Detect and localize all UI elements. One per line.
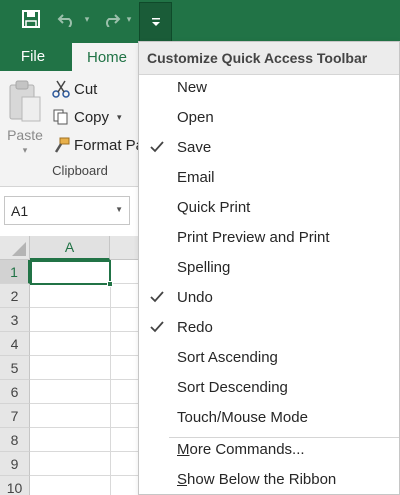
row-header[interactable]: 5 [0, 356, 30, 380]
menu-item-redo[interactable]: Redo [139, 312, 399, 342]
menu-item-label: Print Preview and Print [177, 228, 330, 246]
customize-qat-button[interactable] [139, 2, 172, 41]
tab-home[interactable]: Home [72, 43, 142, 71]
checkmark-icon [150, 141, 164, 153]
paste-dropdown-icon[interactable]: ▾ [4, 145, 46, 156]
menu-item-print-preview[interactable]: Print Preview and Print [139, 222, 399, 252]
grid-row[interactable] [30, 452, 140, 476]
copy-button[interactable]: Copy ▾ [52, 105, 122, 129]
menu-item-more-commands[interactable]: More Commands... [139, 434, 399, 464]
scissors-icon [52, 80, 70, 98]
customize-qat-menu: Customize Quick Access Toolbar New Open … [138, 41, 400, 495]
menu-title: Customize Quick Access Toolbar [139, 42, 399, 75]
menu-item-accelerator: S [177, 470, 188, 488]
title-bar: ▾ ▾ [0, 0, 400, 41]
grid-row[interactable] [30, 428, 140, 452]
row-header[interactable]: 3 [0, 308, 30, 332]
menu-item-label: Open [177, 108, 214, 126]
cut-label: Cut [74, 80, 98, 98]
menu-item-show-below-ribbon[interactable]: Show Below the Ribbon [139, 464, 399, 494]
paste-label: Paste [7, 127, 43, 143]
row-header[interactable]: 9 [0, 452, 30, 476]
copy-dropdown-icon[interactable]: ▾ [117, 112, 122, 123]
menu-item-spelling[interactable]: Spelling [139, 252, 399, 282]
menu-item-label: Sort Descending [177, 378, 288, 396]
menu-item-label: ore Commands... [189, 440, 305, 458]
menu-item-email[interactable]: Email [139, 162, 399, 192]
row-header[interactable]: 2 [0, 284, 30, 308]
redo-dropdown-icon[interactable]: ▾ [124, 8, 134, 30]
name-box-dropdown-icon[interactable]: ▼ [115, 205, 123, 214]
row-header[interactable]: 8 [0, 428, 30, 452]
checkmark-icon [150, 291, 164, 303]
menu-item-quick-print[interactable]: Quick Print [139, 192, 399, 222]
format-painter-label: Format Pa [74, 136, 145, 154]
paste-button[interactable]: Paste ▾ [4, 77, 46, 157]
menu-item-sort-ascending[interactable]: Sort Ascending [139, 342, 399, 372]
undo-icon[interactable] [56, 8, 78, 30]
grid-row[interactable] [30, 308, 140, 332]
menu-item-label: Quick Print [177, 198, 251, 216]
worksheet-grid: A 1 2 3 4 5 6 7 8 9 10 [0, 236, 140, 495]
menu-item-label: Spelling [177, 258, 231, 276]
fill-handle[interactable] [107, 281, 113, 287]
menu-item-label: Email [177, 168, 215, 186]
clipboard-group-label: Clipboard [52, 163, 108, 178]
format-painter-icon [54, 137, 70, 153]
checkmark-icon [150, 321, 164, 333]
menu-item-accelerator: M [177, 440, 190, 458]
row-header[interactable]: 4 [0, 332, 30, 356]
menu-item-label: Touch/Mouse Mode [177, 408, 308, 426]
grid-row[interactable] [30, 284, 140, 308]
column-header[interactable] [110, 236, 140, 260]
name-box-value: A1 [11, 202, 29, 219]
row-header[interactable]: 1 [0, 260, 30, 284]
select-all-icon [12, 242, 26, 256]
menu-item-label: Sort Ascending [177, 348, 278, 366]
menu-item-touch-mouse-mode[interactable]: Touch/Mouse Mode [139, 402, 399, 432]
column-header-a[interactable]: A [30, 236, 110, 260]
menu-item-label: Undo [177, 288, 213, 306]
menu-item-label: Save [177, 138, 212, 156]
grid-row[interactable] [30, 380, 140, 404]
name-box[interactable]: A1 ▼ [4, 196, 130, 225]
active-cell-a1[interactable] [30, 260, 113, 287]
menu-item-undo[interactable]: Undo [139, 282, 399, 312]
menu-item-sort-descending[interactable]: Sort Descending [139, 372, 399, 402]
menu-item-open[interactable]: Open [139, 102, 399, 132]
copy-label: Copy [74, 108, 110, 126]
customize-dropdown-icon [151, 18, 160, 26]
paste-icon [9, 80, 41, 122]
menu-item-save[interactable]: Save [139, 132, 399, 162]
grid-row[interactable] [30, 356, 140, 380]
row-header[interactable]: 6 [0, 380, 30, 404]
menu-item-label: New [177, 78, 208, 96]
menu-item-label: Redo [177, 318, 213, 336]
select-all-button[interactable] [0, 236, 30, 260]
save-icon[interactable] [18, 8, 44, 30]
grid-row[interactable] [30, 404, 140, 428]
row-header[interactable]: 7 [0, 404, 30, 428]
format-painter-button[interactable]: Format Pa [52, 133, 144, 157]
redo-icon[interactable] [100, 8, 122, 30]
undo-dropdown-icon[interactable]: ▾ [82, 8, 92, 30]
menu-item-new[interactable]: New [139, 72, 399, 102]
grid-row[interactable] [30, 332, 140, 356]
copy-icon [53, 109, 68, 125]
cut-button[interactable]: Cut [52, 77, 97, 101]
tab-file[interactable]: File [0, 41, 66, 71]
row-header[interactable]: 10 [0, 476, 30, 495]
column-gridline [110, 260, 111, 495]
menu-item-label: how Below the Ribbon [187, 470, 337, 488]
